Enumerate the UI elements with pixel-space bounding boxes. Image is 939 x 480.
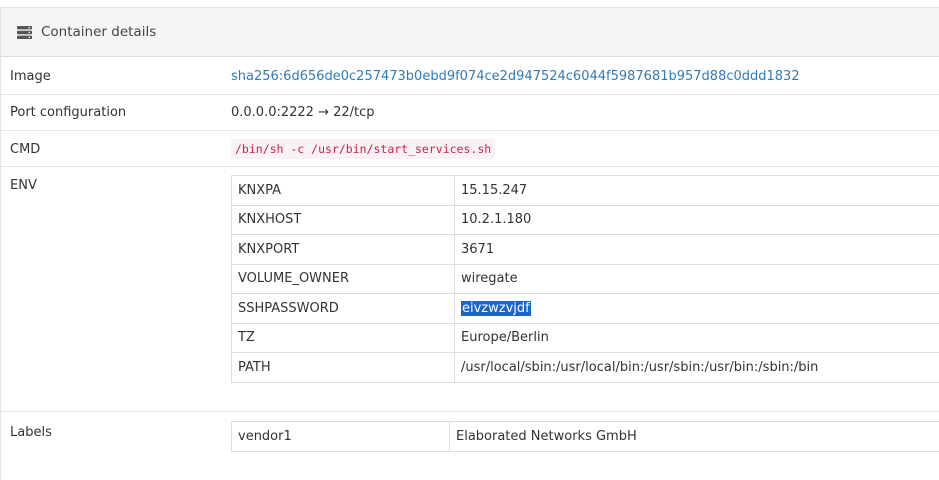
selected-password-text[interactable]: eivzwzvjdf xyxy=(461,301,531,316)
env-value: /usr/local/sbin:/usr/local/bin:/usr/sbin… xyxy=(455,353,939,383)
cmd-row: CMD /bin/sh -c /usr/bin/start_services.s… xyxy=(1,131,939,167)
table-row: KNXHOST 10.2.1.180 xyxy=(232,205,939,235)
env-key: KNXPA xyxy=(232,176,455,206)
env-key: KNXPORT xyxy=(232,235,455,265)
env-key: TZ xyxy=(232,323,455,353)
label-value: Elaborated Networks GmbH xyxy=(450,422,939,452)
labels-label: Labels xyxy=(10,425,52,440)
cmd-label: CMD xyxy=(10,142,40,157)
env-key: SSHPASSWORD xyxy=(232,294,455,324)
env-value: wiregate xyxy=(455,264,939,294)
server-icon xyxy=(17,26,32,39)
port-row: Port configuration 0.0.0.0:2222 → 22/tcp xyxy=(1,95,939,131)
image-row: Image sha256:6d656de0c257473b0ebd9f074ce… xyxy=(1,58,939,95)
table-row: KNXPA 15.15.247 xyxy=(232,176,939,206)
table-row: PATH /usr/local/sbin:/usr/local/bin:/usr… xyxy=(232,353,939,383)
table-row: SSHPASSWORD eivzwzvjdf xyxy=(232,294,939,324)
env-value: Europe/Berlin xyxy=(455,323,939,353)
env-row: ENV KNXPA 15.15.247 KNXHOST 10.2.1.180 K… xyxy=(1,167,939,412)
env-value: 15.15.247 xyxy=(455,176,939,206)
cmd-value: /bin/sh -c /usr/bin/start_services.sh xyxy=(231,139,495,159)
table-row: vendor1 Elaborated Networks GmbH xyxy=(232,422,939,452)
env-key: KNXHOST xyxy=(232,205,455,235)
panel-title: Container details xyxy=(41,24,156,40)
table-row: TZ Europe/Berlin xyxy=(232,323,939,353)
image-link[interactable]: sha256:6d656de0c257473b0ebd9f074ce2d9475… xyxy=(231,69,800,84)
table-row: KNXPORT 3671 xyxy=(232,235,939,265)
env-table: KNXPA 15.15.247 KNXHOST 10.2.1.180 KNXPO… xyxy=(231,175,939,383)
image-label: Image xyxy=(10,69,51,84)
env-value: 10.2.1.180 xyxy=(455,205,939,235)
panel-header: Container details xyxy=(1,8,939,57)
env-value: 3671 xyxy=(455,235,939,265)
labels-row: Labels vendor1 Elaborated Networks GmbH xyxy=(1,412,939,480)
port-label: Port configuration xyxy=(10,105,126,120)
container-details-panel: Container details Image sha256:6d656de0c… xyxy=(0,7,939,479)
port-value: 0.0.0.0:2222 → 22/tcp xyxy=(231,105,375,120)
env-value-cell: eivzwzvjdf xyxy=(455,294,939,324)
labels-table: vendor1 Elaborated Networks GmbH xyxy=(231,421,939,452)
table-row: VOLUME_OWNER wiregate xyxy=(232,264,939,294)
env-key: VOLUME_OWNER xyxy=(232,264,455,294)
env-key: PATH xyxy=(232,353,455,383)
label-key: vendor1 xyxy=(232,422,450,452)
env-label: ENV xyxy=(10,178,37,193)
